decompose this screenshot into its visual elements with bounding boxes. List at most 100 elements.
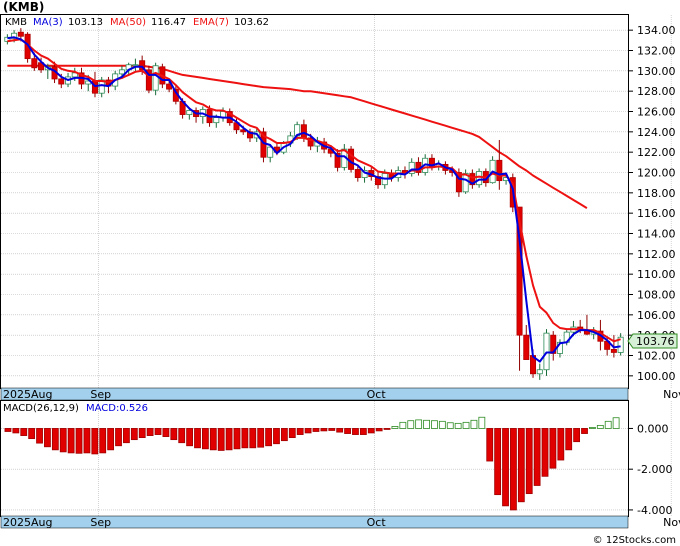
month-label: Sep [90,516,111,529]
price-panel [0,14,629,389]
month-label: 2025Aug [3,516,52,529]
macd-bar-negative [209,428,217,451]
macd-bar-positive [589,427,596,429]
candle-body-down [496,159,503,182]
price-tick-label: 118.00 [637,187,676,200]
macd-bar-negative [312,428,320,432]
macd-bar-negative [67,428,75,454]
price-tick-label: 132.00 [637,45,676,58]
macd-tick-label: -2.000 [637,463,672,476]
macd-bar-negative [280,428,288,442]
candle-body-up [186,110,193,115]
macd-bar-negative [352,428,359,435]
macd-bar-negative [83,428,91,454]
macd-bar-negative [36,428,43,444]
macd-bar-negative [367,428,375,434]
macd-bar-negative [130,428,138,441]
candle-body-up [118,69,125,75]
macd-bar-negative [170,428,178,441]
macd-bar-negative [249,428,257,449]
macd-value-label: MACD:0.526 [86,403,148,414]
candle-body-up [152,65,159,91]
macd-bar-negative [12,428,20,434]
month-label: Oct [367,516,387,529]
macd-bar-positive [415,419,423,429]
macd-bar-negative [194,428,201,449]
macd-bar-negative [494,428,502,496]
macd-bar-negative [296,428,304,435]
macd-bar-negative [265,428,272,447]
macd-bar-negative [502,428,509,507]
price-tick-label: 120.00 [637,167,676,180]
macd-bar-negative [178,428,186,444]
macd-bar-negative [233,428,241,450]
macd-bar-negative [202,428,209,450]
macd-bar-positive [438,420,446,429]
macd-bar-positive [596,424,604,429]
macd-bar-negative [115,428,122,447]
price-tick-label: 116.00 [637,207,676,220]
legend-ma50-value: 116.47 [151,17,186,28]
macd-bar-positive [478,416,486,429]
price-tick-label: 130.00 [637,65,676,78]
month-label: Nov [663,388,680,401]
legend-ema7-value: 103.62 [234,17,269,28]
macd-bar-negative [517,428,525,503]
macd-bar-negative [328,428,336,431]
macd-bar-positive [391,426,399,429]
macd-bar-positive [431,420,438,429]
candle-body-up [536,369,543,375]
macd-bar-positive [399,421,407,429]
macd-bar-negative [51,428,59,451]
stock-chart: (KMB) 100.00102.00104.00106.00108.00110.… [0,0,680,546]
legend-ma3-value: 103.13 [68,17,103,28]
candle [348,146,355,173]
macd-tick-label: -4.000 [637,504,672,517]
macd-bar-positive [423,419,430,429]
price-tick-label: 126.00 [637,106,676,119]
candle-body-down [58,78,65,85]
macd-bar-negative [257,428,265,448]
macd-bar-negative [217,428,225,451]
macd-bar-negative [344,428,351,434]
price-tick-label: 112.00 [637,248,676,261]
candle-body-up [213,117,220,124]
watermark: © 12Stocks.com [593,535,676,546]
price-tick-label: 102.00 [637,350,676,363]
macd-tick-label: 0.000 [637,422,669,435]
candle-body-down [610,348,617,353]
legend-symbol: KMB [5,17,27,28]
candle [152,62,159,96]
month-label: Nov [663,516,680,529]
macd-bar-positive [604,420,612,429]
legend-ma3-label: MA(3) [33,17,63,28]
macd-bar-negative [154,428,162,435]
macd-bar-positive [407,420,415,429]
price-tick-label: 124.00 [637,126,676,139]
candle [476,168,483,188]
macd-bar-negative [91,428,99,455]
last-price-value: 103.76 [636,335,675,348]
candle [145,65,152,94]
macd-bar-negative [288,428,296,439]
candle-body-down [348,148,355,170]
macd-bar-negative [59,428,67,453]
macd-bar-negative [565,428,573,451]
macd-bar-negative [336,428,344,433]
macd-bar-negative [20,428,28,436]
price-axis-ticks: 100.00102.00104.00106.00108.00110.00112.… [628,24,676,383]
candle-body-up [476,171,483,186]
macd-bar-negative [375,428,383,432]
last-price-tag: 103.76 [627,333,678,349]
macd-bar-negative [186,428,194,447]
macd-bar-positive [446,422,454,429]
macd-bar-negative [557,428,565,461]
macd-bar-negative [533,428,541,486]
price-tick-label: 108.00 [637,289,676,302]
macd-bar-negative [138,428,146,439]
price-tick-label: 134.00 [637,24,676,37]
macd-bar-negative [541,428,549,477]
price-tick-label: 100.00 [637,370,676,383]
macd-bar-negative [75,428,83,454]
macd-bar-negative [549,428,557,469]
